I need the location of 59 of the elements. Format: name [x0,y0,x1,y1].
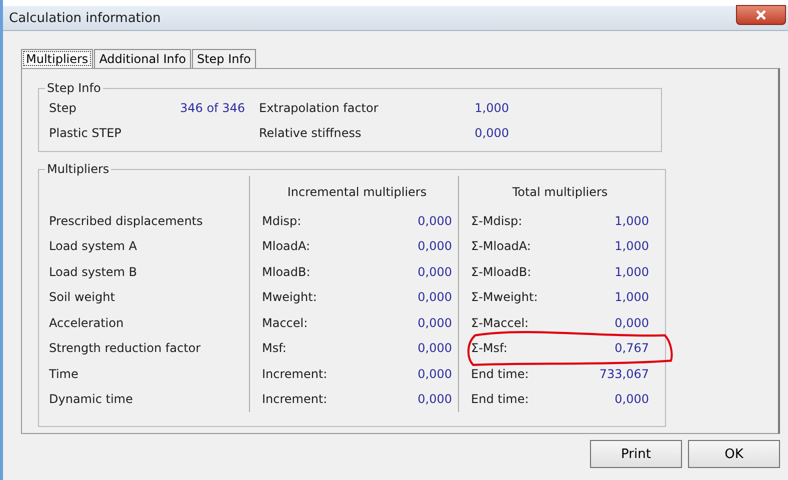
field-value: 0,000 [474,126,509,140]
field-label: Extrapolation factor [259,100,380,114]
multiplier-label: Increment: [262,366,328,381]
row-label: Acceleration [49,316,124,330]
row-label: Prescribed displacements [49,214,203,228]
multiplier-value: 0,000 [418,290,452,304]
multiplier-value: 0,000 [614,392,649,406]
multiplier-value: 0,000 [418,392,452,406]
close-icon [754,10,768,20]
multiplier-value: 0,000 [418,341,452,356]
multiplier-value: 1,000 [614,214,649,228]
row-label: Strength reduction factor [49,341,201,356]
column-header: Incremental multipliers [287,185,427,199]
multiplier-label: End time: [471,366,529,381]
multiplier-value: 1,000 [614,239,649,254]
multiplier-value: 0,000 [418,316,452,330]
field-value: 1,000 [474,100,509,114]
ok-button[interactable]: OK [688,440,780,468]
window-title: Calculation information [8,10,161,26]
multiplier-label: Mdisp: [262,214,302,228]
multiplier-label: Σ-MloadB: [471,264,532,279]
group-title: Step Info [46,81,102,95]
field-label: Step [49,100,78,114]
field-label: Plastic STEP [49,126,122,140]
multiplier-value: 0,000 [418,239,452,254]
row-label: Soil weight [49,290,115,304]
multiplier-label: Maccel: [262,316,308,330]
multiplier-label: MloadB: [262,264,310,279]
print-button[interactable]: Print [590,440,682,468]
row-label: Time [49,366,78,381]
multiplier-label: Σ-MloadA: [471,239,531,254]
row-label: Load system A [49,239,138,254]
multiplier-value: 733,067 [599,366,649,381]
multiplier-label: MloadA: [262,239,310,254]
multiplier-label: Σ-Msf: [471,341,508,356]
tab[interactable]: Multipliers [21,49,94,68]
multiplier-value: 1,000 [614,290,649,304]
multiplier-label: Σ-Maccel: [471,316,529,330]
multiplier-value: 0,000 [614,316,649,330]
multiplier-label: Σ-Mdisp: [471,214,522,228]
column-header: Total multipliers [512,185,608,199]
row-label: Dynamic time [49,392,133,406]
field-label: Relative stiffness [259,126,362,140]
multiplier-value: 1,000 [614,264,649,279]
multiplier-label: Σ-Mweight: [471,290,538,304]
multiplier-label: Increment: [262,392,328,406]
multiplier-value: 0,000 [418,214,452,228]
multiplier-label: End time: [471,392,529,406]
tab[interactable]: Step Info [192,49,256,68]
close-button[interactable] [736,5,786,25]
multiplier-label: Mweight: [262,290,317,304]
group-title: Multipliers [46,162,110,176]
multiplier-value: 0,767 [614,341,649,356]
multiplier-value: 0,000 [418,264,452,279]
multiplier-label: Msf: [262,341,286,356]
row-label: Load system B [49,264,138,279]
field-value: 346 of 346 [180,100,245,114]
multiplier-value: 0,000 [418,366,452,381]
tab[interactable]: Additional Info [94,49,191,68]
